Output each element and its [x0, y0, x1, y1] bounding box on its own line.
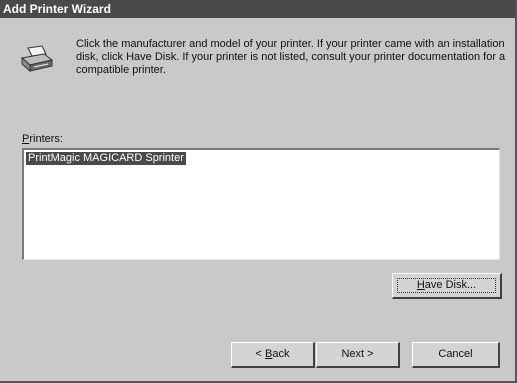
printer-icon [20, 44, 54, 74]
add-printer-wizard-dialog: Add Printer Wizard Click the manufacture… [0, 0, 517, 383]
cancel-button[interactable]: Cancel [412, 342, 500, 368]
back-label: ack [272, 348, 290, 360]
printers-label-rest: rinters: [29, 133, 63, 145]
back-button[interactable]: < Back [231, 342, 315, 368]
window-title: Add Printer Wizard [3, 2, 111, 16]
next-button[interactable]: Next > [316, 342, 400, 368]
printers-label: Printers: [22, 133, 63, 145]
focus-rectangle [397, 278, 496, 293]
title-bar[interactable]: Add Printer Wizard [0, 0, 515, 18]
list-item[interactable]: PrintMagic MAGICARD Sprinter [26, 152, 186, 165]
back-prefix: < [255, 348, 265, 360]
printers-listbox[interactable]: PrintMagic MAGICARD Sprinter [22, 148, 500, 260]
have-disk-button[interactable]: Have Disk... [392, 273, 502, 299]
instruction-text: Click the manufacturer and model of your… [76, 38, 506, 76]
